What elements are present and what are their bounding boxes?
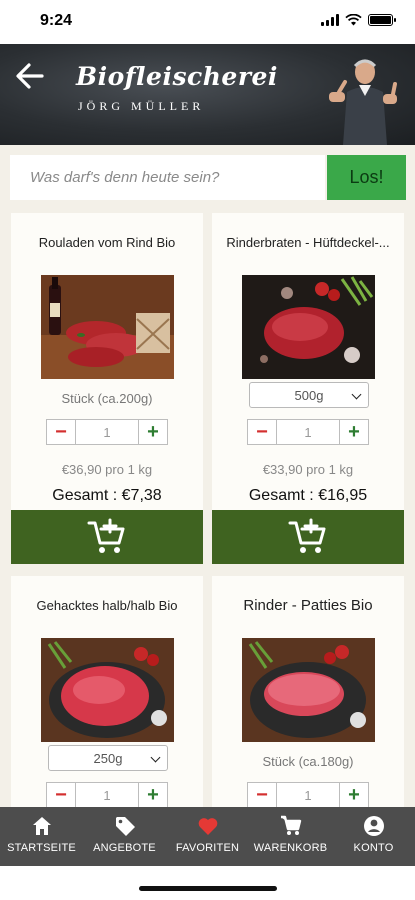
unit-text: Stück (ca.200g) [61, 391, 153, 406]
add-to-cart-button[interactable] [212, 510, 404, 564]
battery-icon [368, 14, 396, 26]
decrease-button[interactable]: − [248, 783, 277, 807]
cart-icon [280, 815, 301, 835]
product-card: Rinder - Patties Bio Stück (ca.180g) − 1… [212, 576, 404, 807]
owner-photo [329, 59, 397, 145]
product-image[interactable] [41, 638, 174, 742]
brand-subtitle: JÖRG MÜLLER [78, 99, 205, 113]
search-input[interactable] [10, 155, 325, 200]
search-bar: Los! [10, 155, 406, 200]
add-to-cart-button[interactable] [11, 510, 203, 564]
tab-label: FAVORITEN [175, 842, 240, 854]
account-icon [363, 816, 384, 836]
total-price: Gesamt : €7,38 [52, 487, 162, 504]
cart-add-icon [288, 518, 326, 553]
quantity-stepper: − 1 + [247, 782, 369, 807]
quantity-value[interactable]: 1 [277, 783, 339, 807]
increase-button[interactable]: + [138, 420, 167, 444]
quantity-value[interactable]: 1 [277, 420, 339, 444]
chevron-down-icon [150, 752, 161, 763]
search-button[interactable]: Los! [327, 155, 406, 200]
home-indicator-area [0, 866, 415, 900]
tag-icon [115, 817, 135, 836]
cart-add-icon [87, 518, 125, 553]
home-icon [32, 817, 51, 835]
unit-text: Stück (ca.180g) [262, 754, 354, 769]
price-per-kg: €33,90 pro 1 kg [262, 462, 354, 477]
signal-icon [321, 14, 339, 26]
quantity-value[interactable]: 1 [76, 783, 138, 807]
increase-button[interactable]: + [339, 783, 368, 807]
product-title[interactable]: Rinderbraten - Hüftdeckel-... [216, 235, 400, 250]
chevron-down-icon [351, 389, 362, 400]
product-card: Rouladen vom Rind Bio Stück (ca.200g) − … [11, 213, 203, 564]
unit-select-value: 500g [294, 387, 324, 403]
product-title[interactable]: Rouladen vom Rind Bio [15, 235, 199, 250]
product-card: Rinderbraten - Hüftdeckel-... 500g − 1 + [212, 213, 404, 564]
heart-icon [198, 818, 217, 835]
status-bar: 9:24 [0, 0, 415, 44]
brand-name: Biofleischerei [76, 62, 278, 91]
product-title[interactable]: Rinder - Patties Bio [216, 597, 400, 614]
tab-konto[interactable]: KONTO [332, 807, 415, 866]
tab-label: WARENKORB [253, 842, 328, 854]
bottom-tab-bar: STARTSEITE ANGEBOTE FAVORITEN WARENKORB … [0, 807, 415, 869]
unit-select[interactable]: 500g [249, 382, 369, 408]
tab-warenkorb[interactable]: WARENKORB [249, 807, 332, 866]
unit-select-value: 250g [93, 750, 123, 766]
unit-select[interactable]: 250g [48, 745, 168, 771]
home-indicator[interactable] [139, 886, 277, 891]
status-icons [321, 14, 396, 26]
quantity-value[interactable]: 1 [76, 420, 138, 444]
tab-startseite[interactable]: STARTSEITE [0, 807, 83, 869]
quantity-stepper: − 1 + [247, 419, 369, 445]
product-image[interactable] [242, 638, 375, 742]
increase-button[interactable]: + [339, 420, 368, 444]
app-header: Biofleischerei JÖRG MÜLLER [0, 44, 415, 145]
tab-angebote[interactable]: ANGEBOTE [83, 807, 166, 866]
total-price: Gesamt : €16,95 [248, 487, 368, 504]
product-title[interactable]: Gehacktes halb/halb Bio [15, 598, 199, 613]
tab-label: STARTSEITE [7, 842, 76, 854]
decrease-button[interactable]: − [47, 783, 76, 807]
product-grid: Rouladen vom Rind Bio Stück (ca.200g) − … [0, 213, 415, 807]
tab-label: ANGEBOTE [93, 842, 156, 854]
wifi-icon [345, 14, 362, 26]
tab-label: KONTO [353, 842, 394, 854]
back-button[interactable] [12, 58, 52, 94]
decrease-button[interactable]: − [47, 420, 76, 444]
status-time: 9:24 [40, 12, 73, 29]
increase-button[interactable]: + [138, 783, 167, 807]
quantity-stepper: − 1 + [46, 419, 168, 445]
tab-favoriten[interactable]: FAVORITEN [166, 807, 249, 866]
price-per-kg: €36,90 pro 1 kg [61, 462, 153, 477]
product-image[interactable] [41, 275, 174, 379]
product-card: Gehacktes halb/halb Bio 250g − 1 + [11, 576, 203, 807]
product-image[interactable] [242, 275, 375, 379]
decrease-button[interactable]: − [248, 420, 277, 444]
arrow-left-icon [16, 63, 44, 89]
quantity-stepper: − 1 + [46, 782, 168, 807]
